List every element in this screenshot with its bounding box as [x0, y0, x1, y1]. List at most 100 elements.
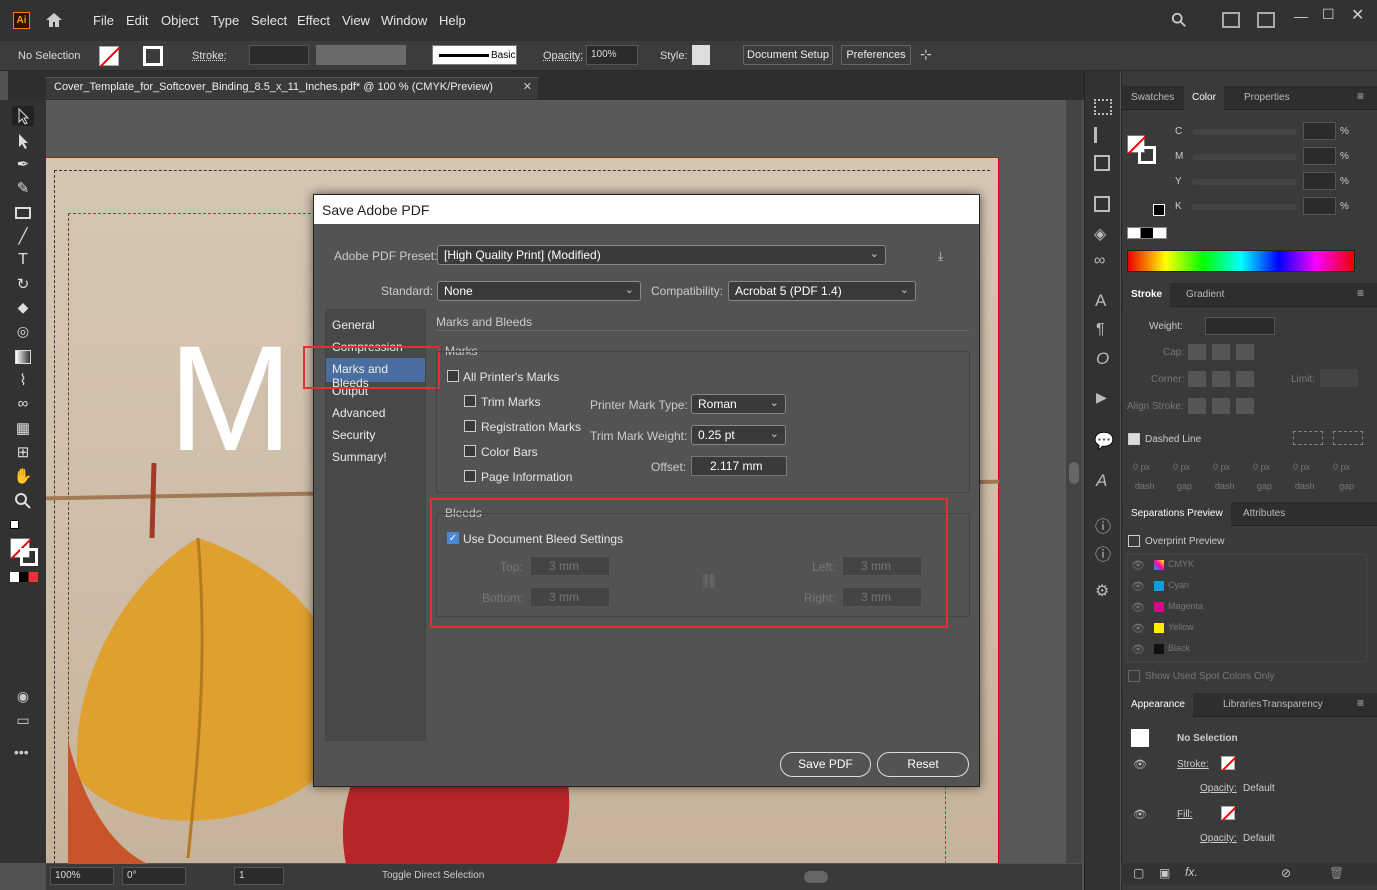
- spot-colors-checkbox[interactable]: [1128, 670, 1140, 682]
- document-setup-button[interactable]: Document Setup: [743, 45, 833, 65]
- dashed-line-checkbox[interactable]: [1128, 433, 1140, 445]
- opacity-input[interactable]: 100%: [586, 45, 638, 65]
- document-info-icon[interactable]: ⓘ: [1095, 541, 1111, 565]
- standard-select[interactable]: None ⌄: [437, 281, 641, 301]
- trim-marks-checkbox[interactable]: [464, 395, 476, 407]
- paintbrush-tool-icon[interactable]: ╱: [12, 227, 34, 247]
- appearance-stroke-swatch[interactable]: [1221, 756, 1237, 772]
- zoom-tool-icon[interactable]: [12, 491, 34, 511]
- save-pdf-button[interactable]: Save PDF: [780, 752, 871, 777]
- eye-icon[interactable]: 👁: [1131, 622, 1145, 635]
- dash-3-value[interactable]: 0 px: [1293, 462, 1310, 472]
- transform-icon[interactable]: ⊹: [920, 46, 932, 63]
- appearance-fill-label[interactable]: Fill:: [1177, 809, 1193, 820]
- printer-mark-type-select[interactable]: Roman ⌄: [691, 394, 786, 414]
- overprint-preview-checkbox[interactable]: [1128, 535, 1140, 547]
- stroke-visibility-icon[interactable]: 👁: [1133, 758, 1147, 771]
- yellow-input[interactable]: [1303, 172, 1336, 190]
- rotate-tool-icon[interactable]: ↻: [12, 275, 34, 295]
- dash-2-value[interactable]: 0 px: [1213, 462, 1230, 472]
- cyan-input[interactable]: [1303, 122, 1336, 140]
- stroke-color-icon[interactable]: [20, 548, 38, 566]
- limit-input[interactable]: [1320, 369, 1358, 387]
- glyphs-panel-icon[interactable]: A: [1096, 471, 1107, 491]
- blend-tool-icon[interactable]: ∞: [12, 395, 34, 415]
- gap-2-value[interactable]: 0 px: [1253, 462, 1270, 472]
- stroke-opacity-label[interactable]: Opacity:: [1200, 783, 1237, 794]
- stroke-weight-input[interactable]: [249, 45, 309, 65]
- black-slider[interactable]: [1192, 204, 1297, 210]
- nav-summary[interactable]: Summary!: [332, 450, 387, 464]
- black-input[interactable]: [1303, 197, 1336, 215]
- align-panel-icon[interactable]: [1094, 127, 1112, 143]
- tab-swatches[interactable]: Swatches: [1123, 86, 1182, 110]
- menu-file[interactable]: File: [93, 13, 114, 28]
- clear-appearance-icon[interactable]: ⊘: [1281, 866, 1291, 880]
- links-panel-icon[interactable]: ∞: [1094, 252, 1105, 270]
- trim-mark-weight-select[interactable]: 0.25 pt ⌄: [691, 425, 786, 445]
- menu-effect[interactable]: Effect: [297, 13, 330, 28]
- close-tab-icon[interactable]: ✕: [523, 80, 532, 93]
- brush-definition[interactable]: Basic: [432, 45, 517, 65]
- dash-exact-icon[interactable]: [1333, 431, 1363, 445]
- graph-tool-icon[interactable]: ▦: [12, 419, 34, 439]
- gap-3-value[interactable]: 0 px: [1333, 462, 1350, 472]
- tab-appearance[interactable]: Appearance: [1123, 693, 1193, 717]
- appearance-fill-swatch[interactable]: [1221, 806, 1237, 822]
- page-field[interactable]: 1: [234, 867, 284, 885]
- fill-swatch-icon[interactable]: [99, 46, 121, 68]
- page-information-checkbox[interactable]: [464, 470, 476, 482]
- eye-icon[interactable]: 👁: [1131, 559, 1145, 572]
- preset-select[interactable]: [High Quality Print] (Modified) ⌄: [437, 245, 886, 265]
- preferences-button[interactable]: Preferences: [841, 45, 911, 65]
- tab-transparency[interactable]: Transparency: [1254, 693, 1331, 717]
- transform-panel-icon[interactable]: [1094, 196, 1110, 212]
- curvature-tool-icon[interactable]: ✎: [12, 179, 34, 199]
- search-icon[interactable]: [1170, 12, 1188, 28]
- minimize-icon[interactable]: —: [1294, 8, 1308, 24]
- separations-panel-icon[interactable]: ⚙: [1095, 581, 1109, 601]
- gap-1-value[interactable]: 0 px: [1173, 462, 1190, 472]
- magenta-slider[interactable]: [1192, 154, 1297, 160]
- offset-input[interactable]: 2.117 mm: [691, 456, 787, 476]
- color-spectrum[interactable]: [1127, 250, 1355, 272]
- gradient-tool-icon[interactable]: [12, 347, 34, 367]
- menu-window[interactable]: Window: [381, 13, 427, 28]
- stroke-swatch-icon[interactable]: [143, 46, 163, 66]
- last-color-swatch[interactable]: [1153, 204, 1165, 216]
- yellow-slider[interactable]: [1192, 179, 1297, 185]
- menu-help[interactable]: Help: [439, 13, 466, 28]
- horizontal-scroll-thumb[interactable]: [804, 871, 828, 883]
- tab-stroke[interactable]: Stroke: [1123, 283, 1171, 307]
- save-preset-icon[interactable]: ⤓: [938, 249, 943, 264]
- artboard-tool-icon[interactable]: ⊞: [12, 443, 34, 463]
- layers-panel-icon[interactable]: ◈: [1094, 224, 1106, 244]
- document-tab[interactable]: Cover_Template_for_Softcover_Binding_8.5…: [46, 77, 538, 99]
- appearance-menu-icon[interactable]: ≡: [1357, 696, 1364, 710]
- zoom-field[interactable]: 100%: [50, 867, 114, 885]
- eraser-tool-icon[interactable]: ◆: [12, 299, 34, 319]
- screen-mode-icon[interactable]: ▭: [12, 712, 34, 732]
- color-bars-checkbox[interactable]: [464, 445, 476, 457]
- all-printers-marks-checkbox[interactable]: [447, 370, 459, 382]
- info-panel-icon[interactable]: ⓘ: [1095, 513, 1111, 537]
- default-colors-icon[interactable]: [10, 520, 19, 529]
- cap-buttons[interactable]: [1188, 344, 1254, 360]
- opentype-panel-icon[interactable]: O: [1096, 349, 1109, 369]
- maximize-icon[interactable]: ☐: [1322, 6, 1335, 23]
- eye-icon[interactable]: 👁: [1131, 580, 1145, 593]
- tab-properties[interactable]: Properties: [1236, 86, 1298, 110]
- tab-gradient[interactable]: Gradient: [1178, 283, 1232, 307]
- tab-separations-preview[interactable]: Separations Preview: [1123, 502, 1231, 526]
- nav-advanced[interactable]: Advanced: [332, 406, 385, 420]
- variable-width-profile[interactable]: [316, 45, 406, 65]
- close-icon[interactable]: ✕: [1351, 5, 1364, 25]
- selection-tool-icon[interactable]: [12, 106, 34, 126]
- menu-object[interactable]: Object: [161, 13, 199, 28]
- type-tool-icon[interactable]: T: [12, 251, 34, 271]
- warp-tool-icon[interactable]: ◎: [12, 323, 34, 343]
- fill-opacity-label[interactable]: Opacity:: [1200, 833, 1237, 844]
- paragraph-panel-icon[interactable]: ¶: [1096, 321, 1105, 339]
- menu-edit[interactable]: Edit: [126, 13, 148, 28]
- tab-color[interactable]: Color: [1184, 86, 1224, 110]
